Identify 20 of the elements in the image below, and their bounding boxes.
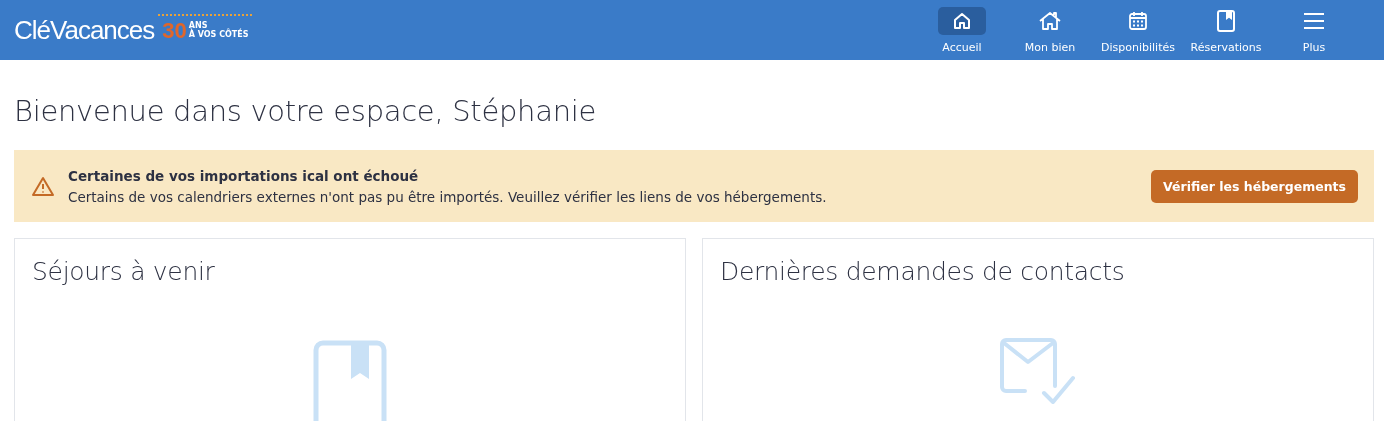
book-icon: [313, 340, 387, 421]
warning-icon: [32, 176, 54, 196]
home-icon: [952, 10, 972, 31]
book-icon: [1217, 9, 1235, 32]
nav-tab[interactable]: Réservations: [1182, 6, 1270, 54]
card-title: Séjours à venir: [32, 257, 215, 286]
calendar-icon: [1128, 10, 1148, 31]
logo-text[interactable]: CléVacances: [14, 14, 155, 46]
page-title: Bienvenue dans votre espace, Stéphanie: [14, 94, 597, 128]
nav-tab[interactable]: Mon bien: [1006, 6, 1094, 54]
mail-check-icon: [1000, 338, 1076, 404]
nav-tab[interactable]: Disponibilités: [1094, 6, 1182, 54]
house-icon: [1039, 10, 1061, 31]
menu-icon: [1303, 11, 1325, 30]
warning-title: Certaines de vos importations ical ont échoué: [68, 167, 420, 184]
card-title: Dernières demandes de contacts: [720, 257, 1125, 286]
nav-tab[interactable]: Plus: [1270, 6, 1358, 54]
warning-message: Certains de vos calendriers externes n'ont pas pu être importés. Veuillez vérifier les liens de vos hébergements.: [68, 188, 828, 205]
nav-tab[interactable]: Accueil: [918, 6, 1006, 54]
verify-button[interactable]: Vérifier les hébergements: [1151, 169, 1358, 203]
